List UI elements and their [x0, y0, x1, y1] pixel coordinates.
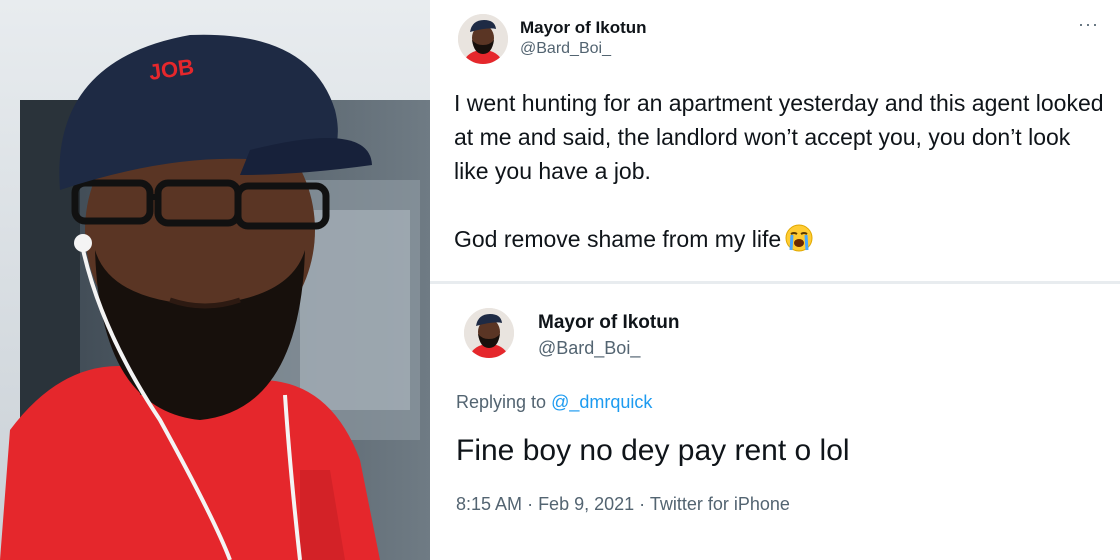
replying-prefix: Replying to	[456, 392, 547, 412]
tweet-date[interactable]: Feb 9, 2021	[538, 494, 634, 514]
tweet-meta: 8:15 AM · Feb 9, 2021 · Twitter for iPho…	[456, 494, 790, 515]
selfie-illustration: JOB	[0, 0, 430, 560]
replying-mention-link[interactable]: @_dmrquick	[551, 392, 652, 412]
tweet-source[interactable]: Twitter for iPhone	[650, 494, 790, 514]
author-name[interactable]: Mayor of Ikotun	[520, 18, 647, 38]
tweet-time[interactable]: 8:15 AM	[456, 494, 522, 514]
reply-card[interactable]: Mayor of Ikotun @Bard_Boi_ Replying to @…	[430, 284, 1120, 560]
replying-to: Replying to @_dmrquick	[456, 392, 652, 413]
profile-photo: JOB	[0, 0, 430, 560]
author-handle[interactable]: @Bard_Boi_	[520, 40, 611, 58]
avatar-image	[458, 14, 508, 64]
reply-avatar[interactable]	[464, 308, 514, 358]
avatar-image	[464, 308, 514, 358]
avatar[interactable]	[458, 14, 508, 64]
reply-author-name[interactable]: Mayor of Ikotun	[538, 312, 679, 334]
tweet-card[interactable]: Mayor of Ikotun @Bard_Boi_ ··· I went hu…	[430, 0, 1120, 280]
loudly-crying-face-icon	[785, 224, 813, 252]
meta-separator: ·	[527, 494, 539, 514]
reply-author-handle[interactable]: @Bard_Boi_	[538, 338, 640, 359]
tweet-text: I went hunting for an apartment yesterda…	[454, 90, 1104, 184]
more-icon[interactable]: ···	[1078, 14, 1099, 35]
tweet-text-content: God remove shame from my life	[454, 226, 782, 252]
tweet-text-line-2: God remove shame from my life	[454, 222, 1104, 256]
meta-separator: ·	[639, 494, 650, 514]
reply-text: Fine boy no dey pay rent o lol	[456, 434, 850, 467]
